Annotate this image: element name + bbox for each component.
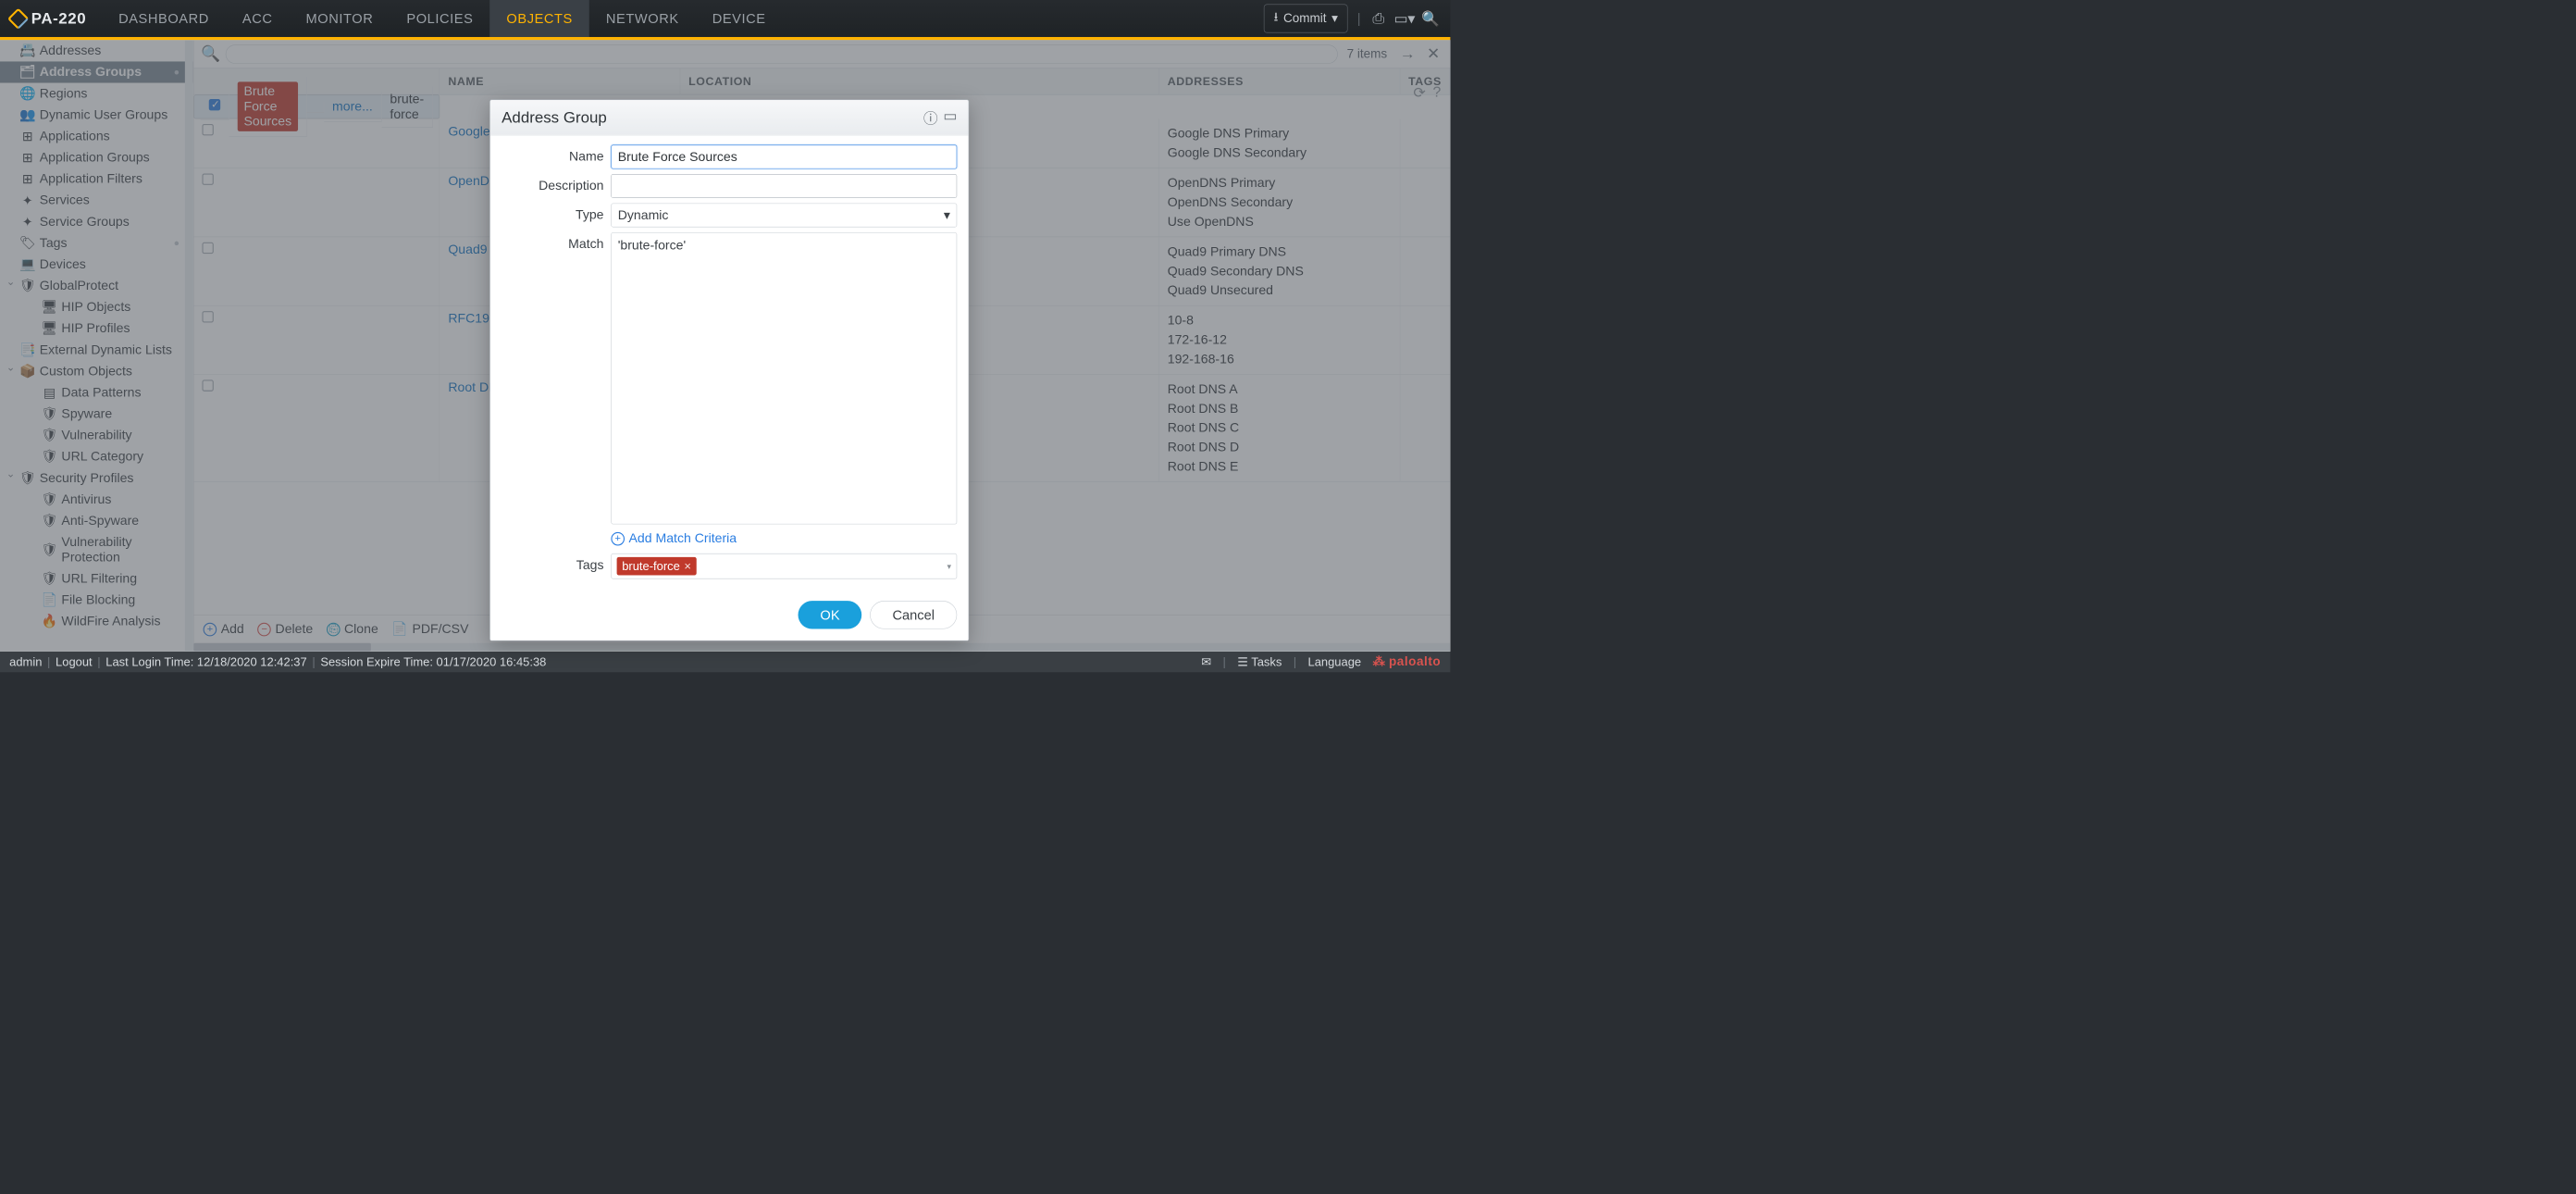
address-group-modal: Address Group ⓘ ▭ Name Description Type — [489, 100, 969, 641]
modal-footer: OK Cancel — [490, 590, 969, 641]
tab-dashboard[interactable]: DASHBOARD — [102, 0, 226, 37]
tag-chip: brute-force × — [617, 557, 697, 576]
content-area: ⟳ ? 📇Addresses🗂Address Groups🌐Regions👥Dy… — [0, 40, 1450, 651]
tab-network[interactable]: NETWORK — [589, 0, 696, 37]
footer-user: admin — [9, 654, 42, 668]
config-icon[interactable]: ⎙ — [1370, 10, 1387, 27]
type-label: Type — [502, 204, 611, 223]
tab-objects[interactable]: OBJECTS — [489, 0, 588, 37]
name-input[interactable] — [611, 145, 957, 169]
modal-body: Name Description Type Dynamic ▾ — [490, 135, 969, 589]
cancel-button[interactable]: Cancel — [870, 601, 957, 628]
search-header-icon[interactable]: 🔍 — [1422, 10, 1439, 27]
commit-button[interactable]: ⭳ Commit ▾ — [1264, 5, 1348, 33]
chevron-down-icon: ▾ — [1331, 11, 1338, 26]
match-textarea[interactable] — [611, 232, 957, 524]
match-label: Match — [502, 232, 611, 252]
description-label: Description — [502, 174, 611, 193]
ok-button[interactable]: OK — [799, 601, 861, 628]
tab-acc[interactable]: ACC — [226, 0, 290, 37]
tag-chip-label: brute-force — [622, 559, 680, 573]
commit-download-icon: ⭳ — [1274, 7, 1279, 29]
last-login: Last Login Time: 12/18/2020 12:42:37 — [105, 654, 306, 668]
language-link[interactable]: Language — [1307, 654, 1361, 668]
header-bar: PA-220 DASHBOARD ACC MONITOR POLICIES OB… — [0, 0, 1450, 37]
add-match-criteria-button[interactable]: + Add Match Criteria — [611, 527, 957, 548]
plus-circle-icon: + — [611, 532, 625, 546]
modal-window-icon[interactable]: ▭ — [943, 107, 957, 129]
footer: admin | Logout | Last Login Time: 12/18/… — [0, 652, 1450, 673]
header-right: ⭳ Commit ▾ | ⎙ ▭▾ 🔍 — [1264, 5, 1450, 33]
tab-monitor[interactable]: MONITOR — [290, 0, 390, 37]
logo-icon — [7, 7, 30, 30]
add-criteria-label: Add Match Criteria — [629, 531, 737, 546]
tasks-link[interactable]: ☰Tasks — [1237, 654, 1282, 668]
chevron-down-icon: ▾ — [947, 561, 952, 571]
tab-policies[interactable]: POLICIES — [390, 0, 489, 37]
logo: PA-220 — [0, 9, 102, 27]
export-icon[interactable]: ▭▾ — [1396, 10, 1413, 27]
modal-title-bar: Address Group ⓘ ▭ — [490, 100, 969, 135]
tab-device[interactable]: DEVICE — [696, 0, 783, 37]
name-label: Name — [502, 145, 611, 165]
type-select[interactable]: Dynamic ▾ — [611, 204, 957, 228]
type-value: Dynamic — [618, 207, 669, 222]
tags-input[interactable]: brute-force × ▾ — [611, 553, 957, 579]
modal-title: Address Group — [502, 108, 607, 126]
modal-help-icon[interactable]: ⓘ — [923, 107, 938, 129]
commit-label: Commit — [1283, 11, 1327, 26]
mail-icon[interactable]: ✉ — [1201, 654, 1211, 668]
tag-remove-icon[interactable]: × — [684, 559, 691, 573]
header-separator: | — [1357, 10, 1361, 26]
tags-label: Tags — [502, 553, 611, 573]
session-expire: Session Expire Time: 01/17/2020 16:45:38 — [320, 654, 546, 668]
description-input[interactable] — [611, 174, 957, 198]
logout-link[interactable]: Logout — [56, 654, 93, 668]
paloalto-logo: ⁂paloalto — [1372, 654, 1441, 669]
product-name: PA-220 — [31, 9, 86, 27]
chevron-down-icon: ▾ — [944, 207, 950, 223]
main-tabs: DASHBOARD ACC MONITOR POLICIES OBJECTS N… — [102, 0, 783, 37]
